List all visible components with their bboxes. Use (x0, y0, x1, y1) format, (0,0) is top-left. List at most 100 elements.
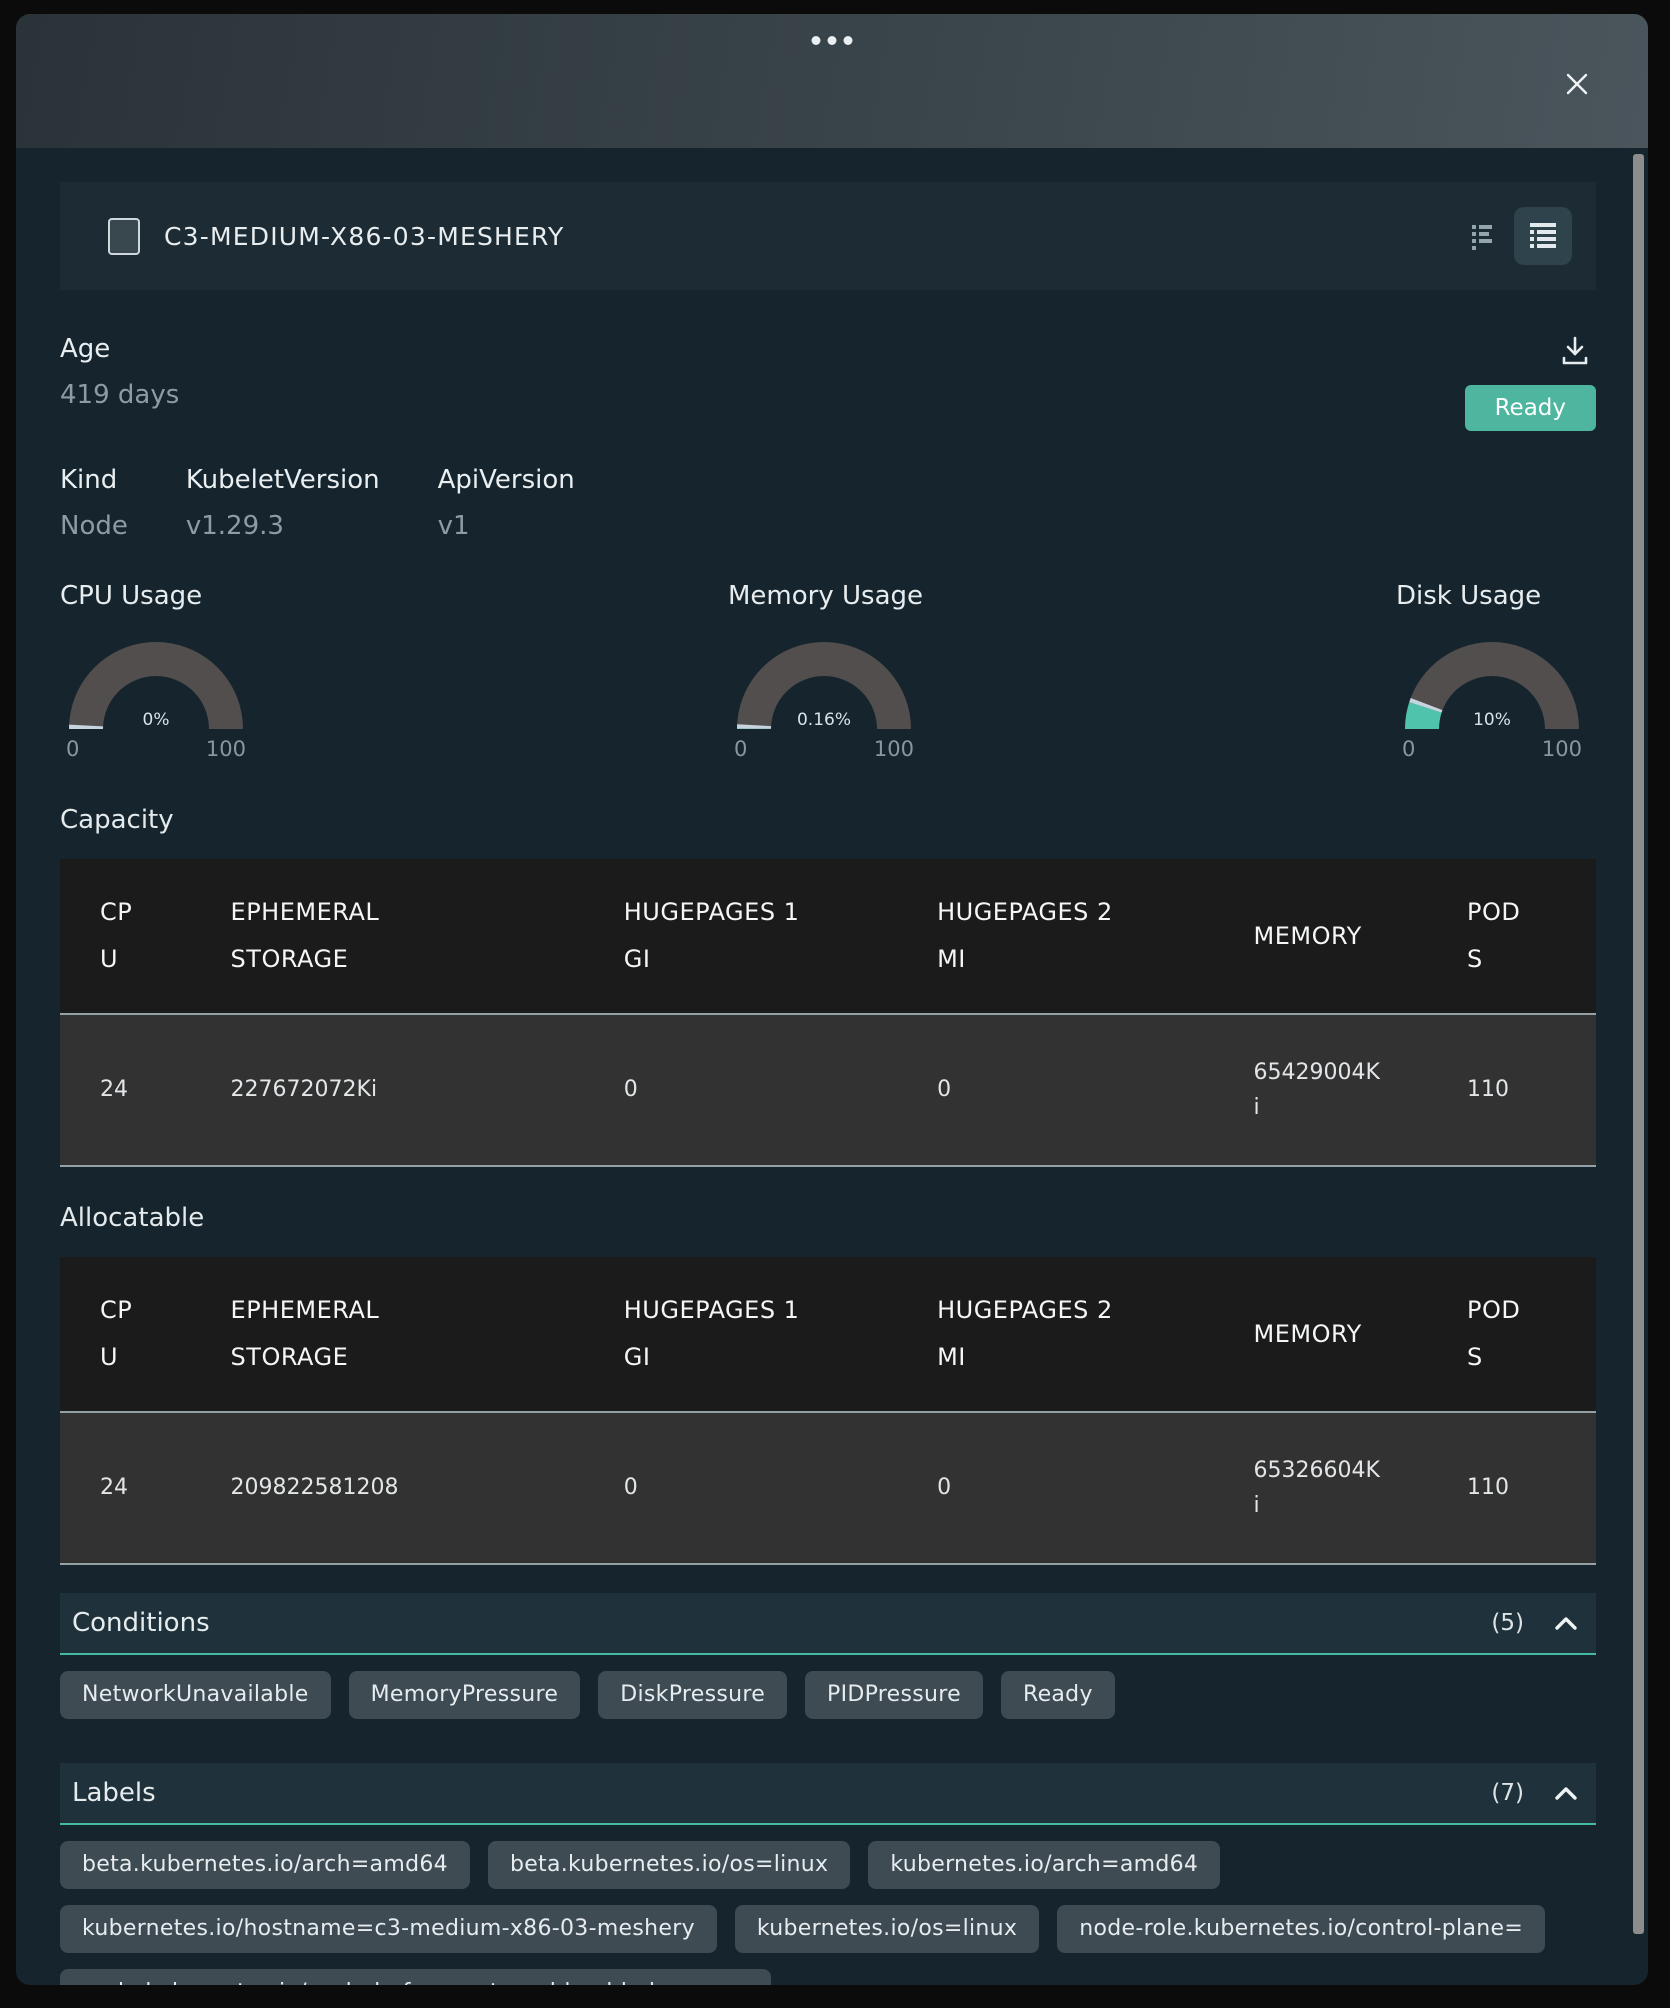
chevron-up-icon (1552, 1784, 1580, 1802)
detailed-view-icon (1527, 221, 1559, 251)
disk-gauge: Disk Usage 10% 0 100 (1396, 581, 1588, 761)
labels-header-right: (7) (1491, 1780, 1580, 1806)
table-header-row: CPU EPHEMERAL STORAGE HUGEPAGES 1 GI HUG… (60, 859, 1596, 1014)
conditions-chips: NetworkUnavailableMemoryPressureDiskPres… (60, 1671, 1596, 1719)
age-block: Age 419 days (60, 334, 179, 410)
condition-chip: NetworkUnavailable (60, 1671, 331, 1719)
field-kind: Kind Node (60, 465, 128, 541)
table-cell: 110 (1427, 1014, 1596, 1166)
condition-chip: PIDPressure (805, 1671, 983, 1719)
gauge-value: 0.16% (797, 710, 851, 730)
table-header-cell: HUGEPAGES 2 MI (897, 859, 1213, 1014)
condition-chip: MemoryPressure (349, 1671, 581, 1719)
table-header-cell: HUGEPAGES 1 GI (584, 1257, 897, 1412)
gauge-min: 0 (734, 737, 747, 761)
node-checkbox[interactable] (108, 218, 140, 255)
table-cell: 227672072Ki (191, 1014, 584, 1166)
table-header-cell: EPHEMERAL STORAGE (191, 1257, 584, 1412)
gauge-max: 100 (206, 737, 246, 761)
close-icon (1559, 66, 1595, 102)
gauges-row: CPU Usage 0% 0 100 Memory Usage (60, 581, 1596, 761)
allocatable-title: Allocatable (60, 1203, 1596, 1233)
field-label: KubeletVersion (186, 465, 380, 495)
meta-row: Age 419 days Ready (60, 334, 1596, 431)
close-button[interactable] (1556, 64, 1598, 106)
memory-gauge: Memory Usage 0.16% 0 100 (728, 581, 920, 761)
table-cell: 209822581208 (191, 1412, 584, 1564)
gauge-max: 100 (1542, 737, 1582, 761)
table-header-cell: PODS (1427, 859, 1596, 1014)
label-chip: kubernetes.io/hostname=c3-medium-x86-03-… (60, 1905, 717, 1953)
cpu-gauge: CPU Usage 0% 0 100 (60, 581, 252, 761)
conditions-section-header: Conditions (5) (60, 1593, 1596, 1655)
conditions-collapse-button[interactable] (1552, 1614, 1580, 1632)
scrollbar-thumb[interactable] (1633, 154, 1644, 1934)
labels-chips: beta.kubernetes.io/arch=amd64beta.kubern… (60, 1841, 1596, 1985)
gauge-arc: 10% (1396, 633, 1588, 733)
labels-count: (7) (1491, 1780, 1524, 1806)
status-badge: Ready (1465, 385, 1596, 431)
conditions-count: (5) (1491, 1610, 1524, 1636)
table-cell: 0 (584, 1412, 897, 1564)
gauge-arc: 0% (60, 633, 252, 733)
label-chip: node.kubernetes.io/exclude-from-external… (60, 1969, 771, 1985)
table-header-cell: HUGEPAGES 1 GI (584, 859, 897, 1014)
detailed-view-button[interactable] (1514, 207, 1572, 265)
gauge-scale: 0 100 (1396, 737, 1588, 761)
capacity-table: CPU EPHEMERAL STORAGE HUGEPAGES 1 GI HUG… (60, 859, 1596, 1167)
download-button[interactable] (1558, 334, 1592, 371)
field-value: v1 (438, 511, 575, 541)
field-api-version: ApiVersion v1 (438, 465, 575, 541)
table-row: 24 227672072Ki 0 0 65429004Ki 110 (60, 1014, 1596, 1166)
dot-icon (828, 36, 837, 45)
gauge-title: Disk Usage (1396, 581, 1588, 611)
table-header-cell: CPU (60, 859, 191, 1014)
gauge-title: CPU Usage (60, 581, 252, 611)
modal-header (16, 14, 1648, 148)
view-toggles (1468, 207, 1572, 265)
conditions-title: Conditions (72, 1608, 210, 1638)
download-icon (1558, 334, 1592, 368)
capacity-title: Capacity (60, 805, 1596, 835)
field-label: Kind (60, 465, 128, 495)
dot-icon (844, 36, 853, 45)
conditions-header-right: (5) (1491, 1610, 1580, 1636)
labels-title: Labels (72, 1778, 156, 1808)
field-label: ApiVersion (438, 465, 575, 495)
table-header-row: CPU EPHEMERAL STORAGE HUGEPAGES 1 GI HUG… (60, 1257, 1596, 1412)
table-header-cell: EPHEMERAL STORAGE (191, 859, 584, 1014)
table-header-cell: CPU (60, 1257, 191, 1412)
label-chip: kubernetes.io/arch=amd64 (868, 1841, 1220, 1889)
gauge-min: 0 (66, 737, 79, 761)
field-value: v1.29.3 (186, 511, 380, 541)
node-title-card: C3-MEDIUM-X86-03-MESHERY (60, 182, 1596, 290)
table-cell: 24 (60, 1014, 191, 1166)
condition-chip: Ready (1001, 1671, 1115, 1719)
table-cell: 65326604Ki (1214, 1412, 1428, 1564)
dot-icon (812, 36, 821, 45)
table-header-cell: MEMORY (1214, 1257, 1428, 1412)
status-column: Ready (1465, 334, 1596, 431)
age-value: 419 days (60, 380, 179, 410)
gauge-scale: 0 100 (728, 737, 920, 761)
label-chip: beta.kubernetes.io/os=linux (488, 1841, 850, 1889)
table-header-cell: PODS (1427, 1257, 1596, 1412)
compact-view-icon[interactable] (1468, 221, 1496, 251)
modal-content: C3-MEDIUM-X86-03-MESHERY (16, 182, 1648, 1985)
labels-collapse-button[interactable] (1552, 1784, 1580, 1802)
table-header-cell: HUGEPAGES 2 MI (897, 1257, 1213, 1412)
window-more-handle[interactable] (812, 36, 853, 45)
table-cell: 0 (897, 1412, 1213, 1564)
table-cell: 0 (897, 1014, 1213, 1166)
gauge-value: 10% (1473, 710, 1511, 730)
label-chip: node-role.kubernetes.io/control-plane= (1057, 1905, 1545, 1953)
gauge-title: Memory Usage (728, 581, 920, 611)
fields-row: Kind Node KubeletVersion v1.29.3 ApiVers… (60, 465, 1596, 541)
table-cell: 110 (1427, 1412, 1596, 1564)
gauge-value: 0% (143, 710, 170, 730)
table-row: 24 209822581208 0 0 65326604Ki 110 (60, 1412, 1596, 1564)
gauge-arc: 0.16% (728, 633, 920, 733)
chevron-up-icon (1552, 1614, 1580, 1632)
table-cell: 24 (60, 1412, 191, 1564)
age-label: Age (60, 334, 179, 364)
